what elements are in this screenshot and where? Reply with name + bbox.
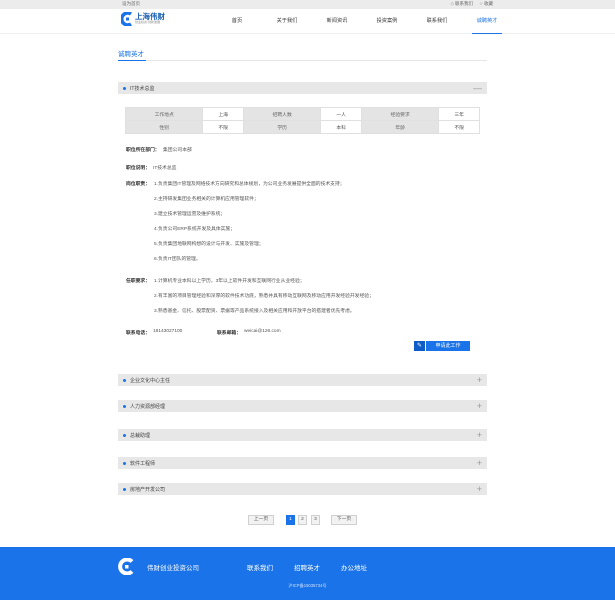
bullet-icon bbox=[123, 487, 126, 491]
nav-news[interactable]: 新闻资讯 bbox=[312, 9, 362, 34]
job-info-table: 工作地点 上海 招聘人数 一人 经验要求 三年 性别 不限 学历 本科 年龄 不… bbox=[124, 107, 480, 134]
table-cell: 招聘人数 bbox=[242, 107, 322, 121]
table-cell: 上海 bbox=[202, 107, 244, 121]
table-cell: 不限 bbox=[202, 120, 244, 134]
page-3-button[interactable]: 3 bbox=[311, 515, 320, 525]
bullet-icon bbox=[123, 404, 126, 408]
nav-about[interactable]: 关于我们 bbox=[262, 9, 312, 34]
table-cell: 年龄 bbox=[360, 120, 440, 134]
table-cell: 不限 bbox=[438, 120, 480, 134]
expand-icon[interactable]: + bbox=[477, 374, 482, 386]
job-title: 企业文化中心主任 bbox=[130, 377, 171, 384]
site-footer: 伟财创业投资公司 联系我们 招聘英才 办公地址 沪ICP备15035734号 bbox=[0, 547, 615, 600]
job-header-expanded[interactable]: IT技术总监 — bbox=[118, 82, 487, 94]
expand-icon[interactable]: + bbox=[477, 483, 482, 495]
expand-icon[interactable]: + bbox=[477, 429, 482, 441]
job-title: 软件工程师 bbox=[130, 460, 156, 467]
duty-item: 1.负责集团IT管理及网络技术方向研究和总体规划，为公司业务发展提供全面的技术支… bbox=[154, 182, 345, 187]
collapse-icon[interactable]: — bbox=[473, 82, 482, 94]
job-header-collapsed[interactable]: 总裁助理 + bbox=[118, 429, 487, 441]
next-page-button[interactable]: 下一页 bbox=[331, 515, 357, 525]
main-nav: 首页 关于我们 新闻资讯 投资案例 联系我们 诚聘英才 bbox=[212, 9, 512, 34]
footer-contact-link[interactable]: 联系我们 bbox=[247, 562, 273, 572]
pagination: 上一页 1 2 3 下一页 bbox=[0, 515, 615, 525]
nav-careers[interactable]: 诚聘英才 bbox=[462, 9, 512, 34]
job-title: IT技术总监 bbox=[130, 85, 155, 92]
table-cell: 一人 bbox=[320, 107, 362, 121]
footer-icp: 沪ICP备15035734号 bbox=[288, 583, 327, 588]
req-item: 1.计算机专业本科以上学历，3年以上软件开发和互联网行业从业经验； bbox=[154, 279, 305, 284]
req-item: 3.熟悉基金、信托、股票配资、票据等产品系统接入及相关应用和开放平台的搭建者优先… bbox=[154, 309, 355, 314]
phone-label: 联系电话： bbox=[126, 331, 150, 336]
table-cell: 工作地点 bbox=[124, 107, 204, 121]
contact-icon: ◇ bbox=[450, 1, 454, 6]
job-header-collapsed[interactable]: 房地产开发公司 + bbox=[118, 483, 487, 495]
page-title: 诚聘英才 bbox=[118, 51, 144, 58]
table-cell: 三年 bbox=[438, 107, 480, 121]
page-1-button[interactable]: 1 bbox=[286, 515, 295, 525]
desc-label: 职位说明： bbox=[126, 166, 150, 171]
desc-value: IT技术总监 bbox=[153, 166, 177, 171]
star-icon: ☆ bbox=[478, 1, 483, 6]
nav-cases[interactable]: 投资案例 bbox=[362, 9, 412, 34]
footer-logo-icon bbox=[118, 557, 135, 576]
duty-label: 岗位职责： bbox=[126, 182, 150, 187]
pencil-icon: ✎ bbox=[414, 341, 426, 351]
footer-address-link[interactable]: 办公地址 bbox=[341, 562, 367, 572]
dept-label: 职位所在部门： bbox=[126, 148, 160, 153]
req-label: 任职要求： bbox=[126, 279, 150, 284]
contact-link[interactable]: ◇联系我们 bbox=[450, 1, 472, 7]
duty-item: 6.负责IT团队的管理。 bbox=[154, 257, 201, 262]
nav-contact[interactable]: 联系我们 bbox=[412, 9, 462, 34]
apply-label: 申请此工作 bbox=[435, 343, 461, 349]
bullet-icon bbox=[123, 378, 126, 382]
req-item: 2.有丰富的项目管理经验和深厚的软件技术功底，熟悉并具有移动互联网及移动应用开发… bbox=[154, 294, 374, 299]
job-title: 总裁助理 bbox=[130, 432, 151, 439]
footer-company-name: 伟财创业投资公司 bbox=[147, 565, 199, 572]
expand-icon[interactable]: + bbox=[477, 457, 482, 469]
site-header: 上海伟财 创业投资·创新发展 首页 关于我们 新闻资讯 投资案例 联系我们 诚聘… bbox=[0, 9, 615, 34]
footer-careers-link[interactable]: 招聘英才 bbox=[294, 562, 320, 572]
set-homepage-link[interactable]: 设为首页 bbox=[122, 1, 140, 7]
dept-value: 集团公司本部 bbox=[163, 148, 192, 153]
email-value[interactable]: weicai@126.com bbox=[244, 329, 281, 334]
table-row: 工作地点 上海 招聘人数 一人 经验要求 三年 bbox=[124, 107, 480, 121]
bullet-icon bbox=[123, 433, 126, 437]
email-label: 联系邮箱： bbox=[217, 331, 241, 336]
phone-value: 18143027100 bbox=[153, 329, 183, 334]
duty-item: 4.负责公司ERP系统开发及具体实施； bbox=[154, 227, 236, 232]
job-header-collapsed[interactable]: 企业文化中心主任 + bbox=[118, 374, 487, 386]
duty-item: 5.负责集团地联网构想的设计与开发、实施及管理； bbox=[154, 242, 264, 247]
apply-button[interactable]: ✎ 申请此工作 bbox=[414, 341, 470, 351]
title-divider bbox=[118, 59, 487, 61]
duty-item: 2.主持研发集团业务相关的计算机应用管理软件； bbox=[154, 197, 259, 202]
table-cell: 本科 bbox=[320, 120, 362, 134]
favorite-link[interactable]: ☆收藏 bbox=[479, 1, 493, 7]
duty-item: 3.建立技术管理运营及维护系统； bbox=[154, 212, 226, 217]
job-header-collapsed[interactable]: 软件工程师 + bbox=[118, 457, 487, 469]
brand-sub: 创业投资·创新发展 bbox=[135, 20, 160, 25]
logo-mark-icon bbox=[120, 11, 132, 27]
nav-home[interactable]: 首页 bbox=[212, 9, 262, 34]
table-cell: 学历 bbox=[242, 120, 322, 134]
table-row: 性别 不限 学历 本科 年龄 不限 bbox=[124, 120, 480, 134]
top-bar: 设为首页 ◇联系我们 ☆收藏 bbox=[0, 0, 615, 9]
page-2-button[interactable]: 2 bbox=[298, 515, 307, 525]
bullet-icon bbox=[123, 86, 126, 90]
job-title: 人力资源部经理 bbox=[130, 403, 166, 410]
bullet-icon bbox=[123, 461, 126, 465]
expand-icon[interactable]: + bbox=[477, 400, 482, 412]
site-logo[interactable]: 上海伟财 创业投资·创新发展 bbox=[120, 11, 165, 27]
top-links: ◇联系我们 ☆收藏 bbox=[450, 1, 493, 7]
table-cell: 经验要求 bbox=[360, 107, 440, 121]
table-cell: 性别 bbox=[124, 120, 204, 134]
job-title: 房地产开发公司 bbox=[130, 486, 166, 493]
job-header-collapsed[interactable]: 人力资源部经理 + bbox=[118, 400, 487, 412]
prev-page-button[interactable]: 上一页 bbox=[248, 515, 274, 525]
